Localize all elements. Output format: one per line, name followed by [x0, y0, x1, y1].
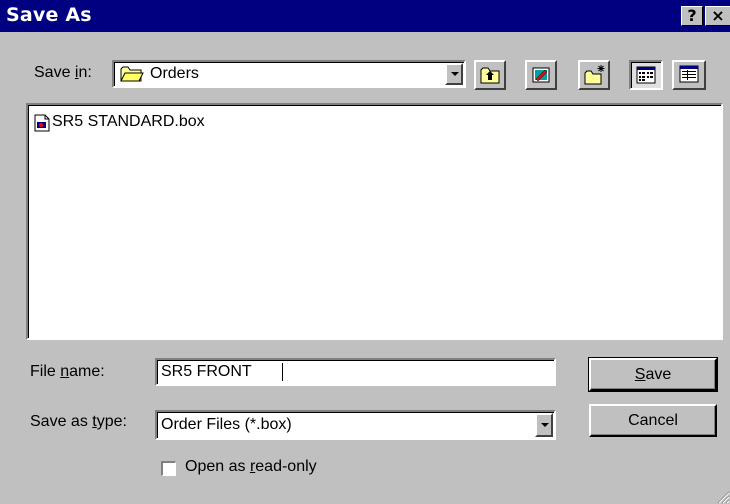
up-folder-icon — [480, 67, 500, 84]
text-cursor — [282, 363, 283, 381]
close-button[interactable]: × — [705, 6, 730, 26]
cancel-button[interactable]: Cancel — [589, 404, 717, 437]
read-only-label[interactable]: Open as read-only — [185, 458, 317, 476]
create-new-folder-button[interactable] — [578, 60, 610, 90]
save-as-type-value: Order Files (*.box) — [161, 416, 292, 433]
list-view-button[interactable] — [629, 60, 663, 90]
details-view-button[interactable] — [672, 60, 706, 90]
save-in-dropdown-arrow[interactable] — [445, 63, 463, 85]
chevron-down-icon — [541, 423, 549, 427]
save-as-dialog: Save As ? × Save in: Orders SR5 STANDARD… — [0, 0, 730, 504]
chevron-down-icon — [451, 72, 459, 76]
save-in-dropdown[interactable]: Orders — [112, 60, 466, 88]
file-name-value: SR5 FRONT — [161, 363, 252, 380]
resize-grip-icon[interactable] — [714, 488, 730, 504]
file-name-text: SR5 STANDARD.box — [52, 113, 205, 130]
file-name-label: File name: — [30, 363, 105, 380]
help-button[interactable]: ? — [681, 6, 703, 26]
folder-icon — [120, 66, 144, 82]
list-view-icon — [636, 66, 656, 84]
window-title: Save As — [6, 4, 92, 26]
save-as-type-dropdown[interactable]: Order Files (*.box) — [155, 410, 556, 440]
save-as-type-dropdown-arrow[interactable] — [535, 413, 553, 437]
desktop-button[interactable] — [525, 60, 557, 90]
new-folder-icon — [584, 65, 605, 85]
document-icon — [34, 114, 50, 132]
up-one-level-button[interactable] — [474, 60, 506, 90]
file-name-input[interactable]: SR5 FRONT — [155, 358, 556, 386]
file-list[interactable]: SR5 STANDARD.box — [26, 103, 723, 340]
save-in-label: Save in: — [34, 64, 92, 81]
details-view-icon — [679, 65, 699, 83]
read-only-checkbox[interactable] — [161, 461, 176, 476]
save-as-type-label: Save as type: — [30, 413, 127, 430]
desktop-icon — [532, 67, 550, 83]
save-button[interactable]: Save — [588, 357, 718, 392]
save-in-value: Orders — [150, 65, 199, 82]
title-bar[interactable]: Save As ? × — [0, 0, 730, 32]
